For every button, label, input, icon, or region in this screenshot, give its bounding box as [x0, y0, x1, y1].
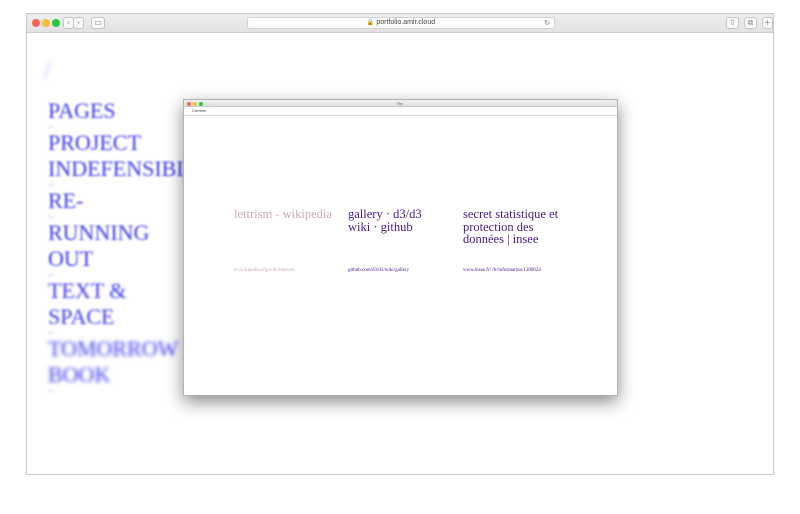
address-bar[interactable]: 🔒 portfolio.amir.cloud ↻	[247, 17, 555, 29]
tabs-button[interactable]: ⧉	[744, 17, 757, 29]
preview-title: Re-	[397, 101, 404, 106]
browser-toolbar: ‹ › ▭ 🔒 portfolio.amir.cloud ↻ ⇧ ⧉ +	[27, 14, 773, 33]
nav-item-text-space[interactable]: TEXT & SPACE	[48, 278, 148, 330]
preview-tab[interactable]: Chrome	[184, 107, 617, 116]
lock-icon: 🔒	[366, 19, 375, 26]
zoom-window-button[interactable]	[52, 19, 60, 27]
close-window-button[interactable]	[32, 19, 40, 27]
sidebar-button[interactable]: ▭	[91, 17, 105, 29]
share-button[interactable]: ⇧	[726, 17, 739, 29]
nav-item-running-out[interactable]: RUNNING OUT	[48, 220, 168, 272]
card-title: secret statistique et protection des don…	[463, 207, 559, 246]
history-card[interactable]: secret statistique et protection des don…	[463, 208, 561, 246]
logo-slash: /	[44, 58, 51, 84]
nav-item-tomorrow-book[interactable]: TOMORROW BOOK	[48, 336, 198, 388]
card-url[interactable]: en.wikipedia.org/wiki/lettrism	[234, 268, 294, 274]
new-tab-button[interactable]: +	[762, 17, 773, 29]
preview-window: Re- Chrome lettrism - wikipedia en.wikip…	[183, 99, 618, 396]
forward-button[interactable]: ›	[73, 17, 84, 29]
history-card[interactable]: gallery · d3/d3 wiki · github	[348, 208, 448, 233]
share-icon: ⇧	[729, 18, 736, 27]
card-url[interactable]: github.com/d3/d3/wiki/gallery	[348, 268, 409, 274]
history-card[interactable]: lettrism - wikipedia	[234, 208, 334, 221]
plus-icon: +	[764, 18, 771, 27]
reload-icon[interactable]: ↻	[544, 18, 550, 28]
preview-titlebar: Re-	[184, 100, 617, 107]
card-title: gallery · d3/d3 wiki · github	[348, 207, 422, 234]
tabs-icon: ⧉	[747, 18, 754, 27]
card-title: lettrism - wikipedia	[234, 207, 332, 221]
minimize-window-button[interactable]	[42, 19, 50, 27]
card-url[interactable]: www.insee.fr/ /fr/information/1300624	[463, 268, 541, 274]
url-text: portfolio.amir.cloud	[376, 19, 436, 26]
sidebar-icon: ▭	[94, 18, 102, 27]
